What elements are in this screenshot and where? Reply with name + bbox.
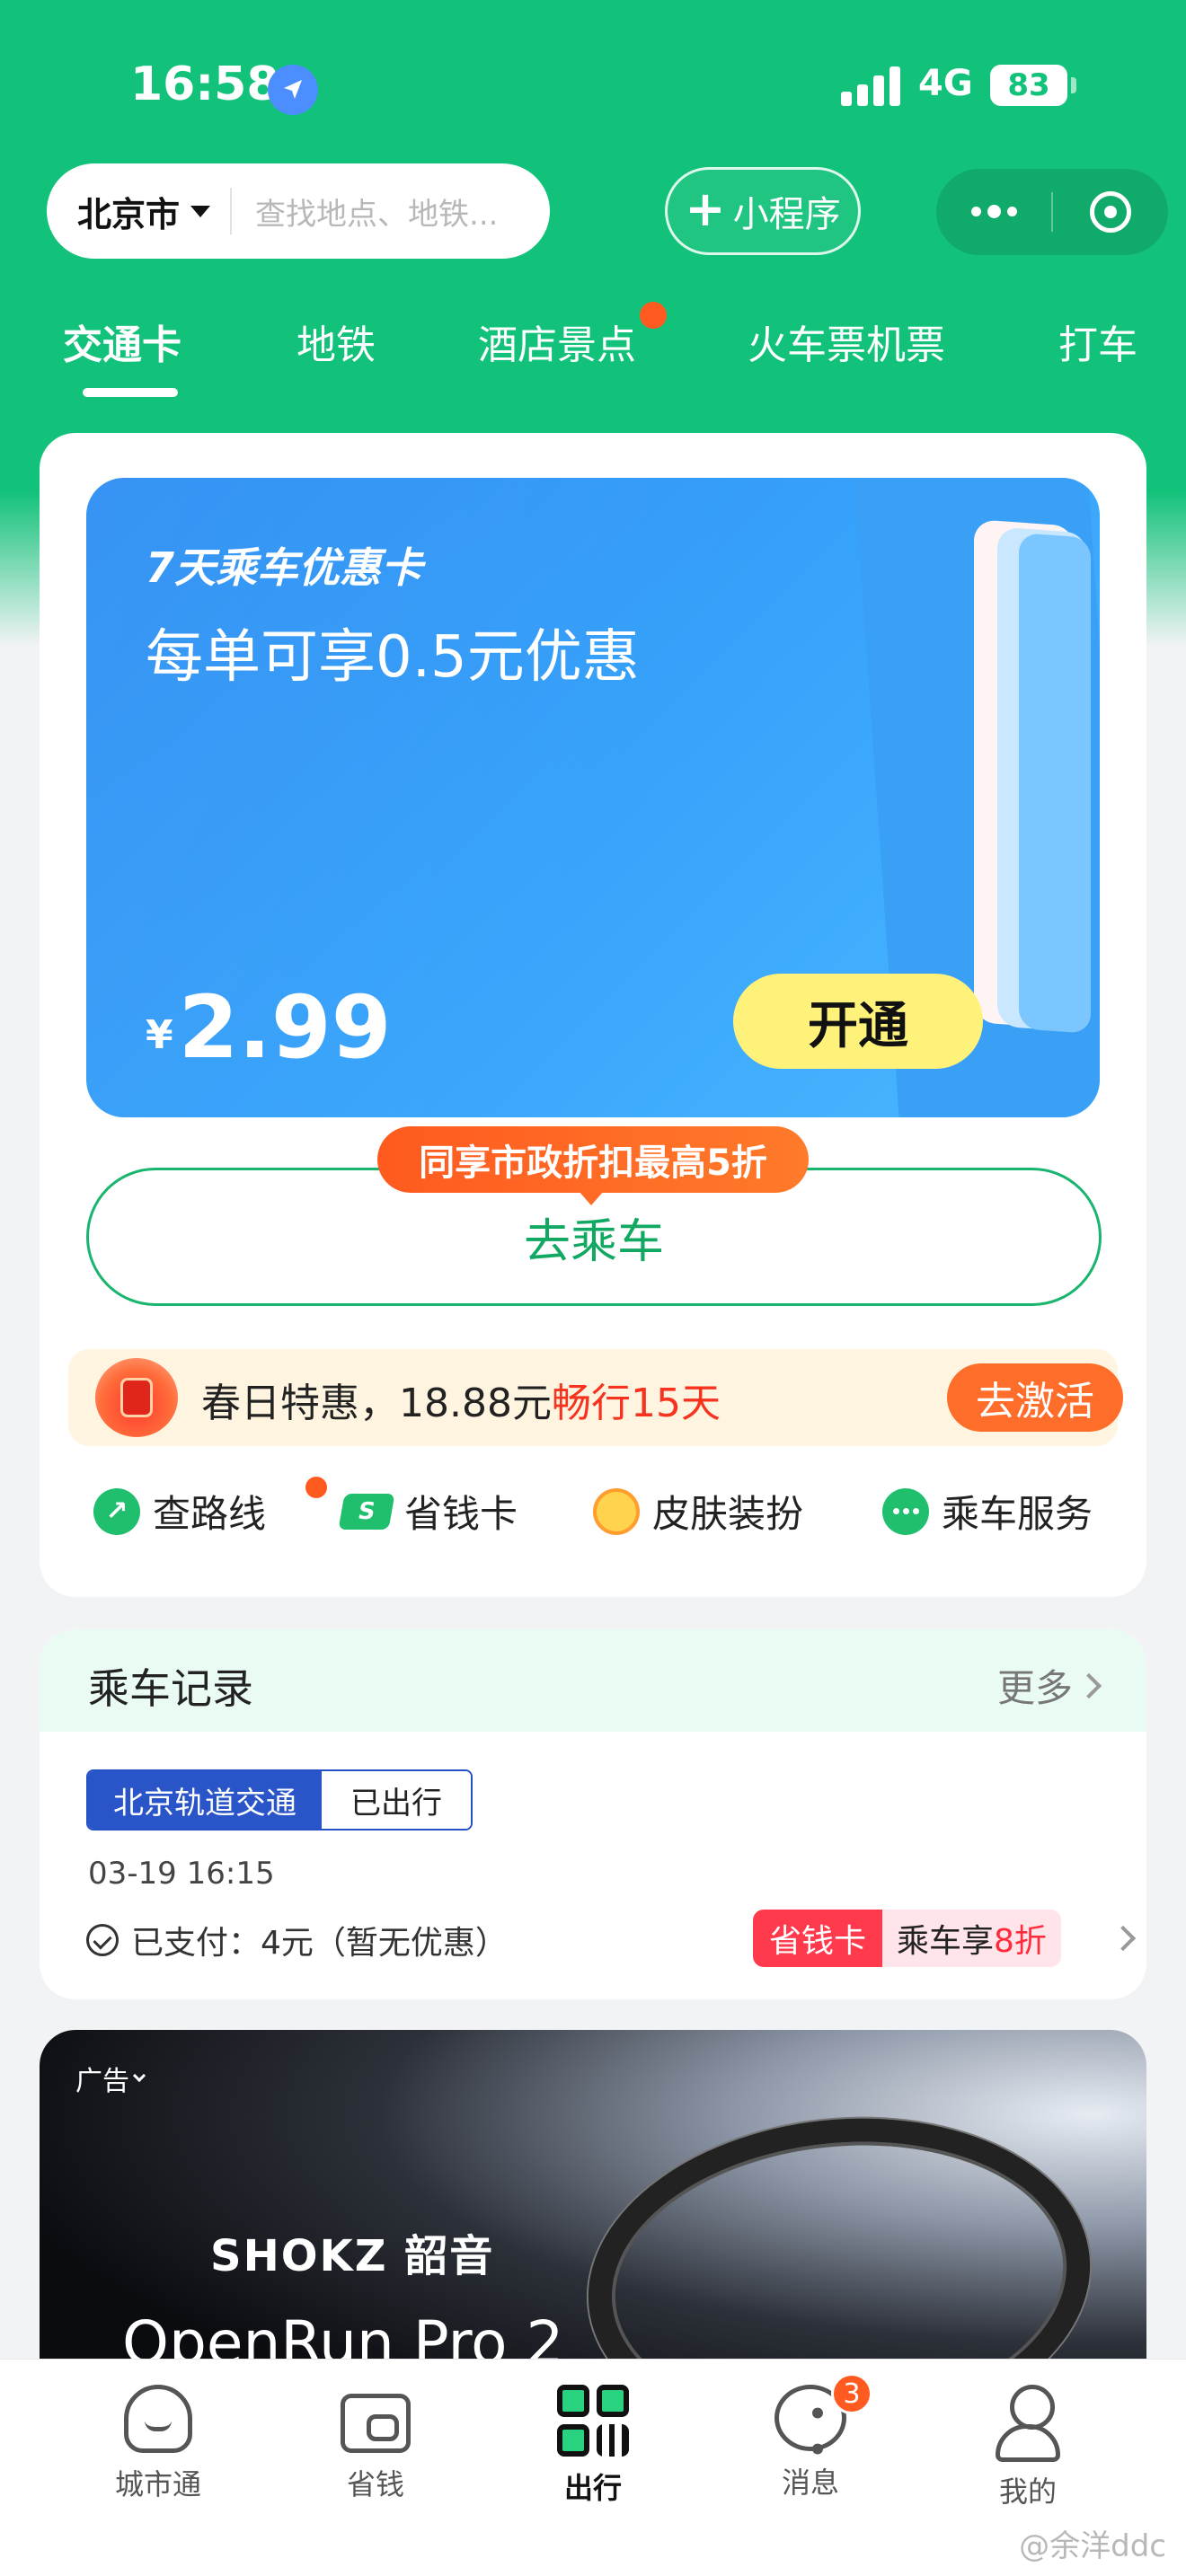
quick-link-save-card[interactable]: S 省钱卡 (338, 1484, 518, 1539)
active-tab-indicator (83, 388, 178, 397)
offer-plain: 乘车享 (897, 1923, 995, 1960)
signal-icon (841, 66, 902, 106)
nav-messages[interactable]: 3 消息 (721, 2373, 900, 2501)
spring-promo-highlight: 畅行15天 (551, 1381, 721, 1426)
status-time: 16:58 (130, 57, 279, 111)
chevron-right-icon (1075, 1672, 1102, 1698)
records-more-link[interactable]: 更多 (996, 1658, 1102, 1713)
service-icon (882, 1487, 929, 1535)
route-badge-dot (305, 1477, 327, 1498)
ad-brand-logo: SHOKZ 韶音 (210, 2231, 495, 2281)
spring-promo-bar[interactable]: 春日特惠，18.88元畅行15天 去激活 (68, 1349, 1123, 1446)
price-value: 2.99 (178, 977, 392, 1078)
network-type: 4G (918, 63, 973, 104)
battery-icon: 83 (990, 65, 1076, 106)
tab-train-flight[interactable]: 火车票机票 (748, 313, 945, 370)
message-icon: 3 (774, 2373, 872, 2468)
offer-highlight: 8折 (994, 1923, 1047, 1960)
trip-status-tag: 已出行 (322, 1771, 471, 1829)
tab-hotel-scenic[interactable]: 酒店景点 (478, 313, 636, 370)
promo-subtitle: 每单可享0.5元优惠 (146, 624, 640, 691)
payment-text: 已支付：4元（暂无优惠） (131, 1925, 508, 1962)
chevron-down-icon (132, 2069, 146, 2083)
search-input[interactable]: 查找地点、地铁... (255, 190, 525, 234)
transit-card-panel: 7天乘车优惠卡 每单可享0.5元优惠 ¥2.99 开通 去乘车 同享市政折扣最高… (40, 433, 1146, 1597)
tab-badge-dot (640, 302, 667, 329)
payment-status: 已支付：4元（暂无优惠） (86, 1917, 508, 1963)
divider (230, 188, 233, 234)
quick-link-label: 查路线 (153, 1492, 267, 1536)
ride-records-card: 乘车记录 更多 北京轨道交通 已出行 03-19 16:15 已支付：4元（暂无… (40, 1629, 1146, 1999)
search-bar[interactable]: 北京市 查找地点、地铁... (47, 163, 550, 259)
quick-link-service[interactable]: 乘车服务 (882, 1484, 1093, 1539)
profile-icon (992, 2385, 1064, 2462)
more-dots-icon[interactable] (936, 204, 1051, 218)
discount-tag: 同享市政折扣最高5折 (377, 1126, 809, 1205)
quick-link-label: 皮肤装扮 (652, 1492, 804, 1536)
transit-line-tag: 北京轨道交通 (88, 1771, 322, 1829)
ad-label-text: 广告 (75, 2066, 129, 2097)
status-bar: 16:58 4G 83 (0, 0, 1186, 162)
city-icon (124, 2385, 192, 2453)
message-badge: 3 (831, 2373, 872, 2414)
city-selector[interactable]: 北京市 (77, 187, 180, 236)
record-tags: 北京轨道交通 已出行 (86, 1769, 473, 1831)
chevron-right-icon[interactable] (1110, 1925, 1137, 1952)
nav-label: 城市通 (114, 2467, 201, 2501)
caret-down-icon (190, 205, 211, 217)
location-arrow-icon (268, 65, 318, 115)
wallet-icon (341, 2394, 411, 2453)
records-header: 乘车记录 更多 (40, 1629, 1146, 1732)
record-datetime: 03-19 16:15 (88, 1856, 275, 1892)
currency-symbol: ¥ (146, 1012, 173, 1058)
promo-price: ¥2.99 (146, 977, 391, 1078)
skin-icon (593, 1487, 640, 1535)
quick-link-label: 省钱卡 (404, 1492, 518, 1536)
tab-taxi[interactable]: 打车 (1058, 313, 1137, 370)
category-tabs: 交通卡 地铁 酒店景点 火车票机票 打车 (0, 313, 1186, 402)
ad-label[interactable]: 广告 (75, 2059, 146, 2098)
nav-city[interactable]: 城市通 (68, 2385, 248, 2503)
red-envelope-icon (95, 1358, 178, 1437)
activate-card-button[interactable]: 开通 (733, 974, 983, 1069)
nav-label: 出行 (563, 2471, 622, 2505)
route-icon: ↗ (93, 1487, 140, 1535)
spring-promo-plain: 春日特惠，18.88元 (201, 1381, 552, 1426)
quick-link-skin[interactable]: 皮肤装扮 (593, 1484, 803, 1539)
save-card-tag: 省钱卡 (753, 1910, 883, 1967)
save-card-upsell[interactable]: 省钱卡 乘车享 8折 (753, 1910, 1061, 1967)
capsule-menu (936, 169, 1168, 255)
nav-label: 我的 (998, 2475, 1057, 2509)
quick-links: ↗ 查路线 S 省钱卡 皮肤装扮 乘车服务 (40, 1477, 1146, 1570)
promo-banner[interactable]: 7天乘车优惠卡 每单可享0.5元优惠 ¥2.99 开通 (86, 478, 1100, 1117)
more-label: 更多 (996, 1666, 1073, 1710)
nav-label: 省钱 (346, 2467, 404, 2501)
mini-program-button[interactable]: + 小程序 (665, 167, 861, 255)
save-card-icon: S (338, 1493, 395, 1530)
save-card-offer: 乘车享 8折 (882, 1910, 1061, 1967)
go-activate-button[interactable]: 去激活 (947, 1363, 1123, 1432)
tab-transit-card[interactable]: 交通卡 (63, 313, 181, 370)
close-miniapp-icon[interactable] (1053, 191, 1168, 233)
top-bar: 北京市 查找地点、地铁... + 小程序 (0, 162, 1186, 260)
promo-title: 7天乘车优惠卡 (146, 543, 423, 592)
quick-link-route[interactable]: ↗ 查路线 (93, 1484, 266, 1539)
records-title: 乘车记录 (88, 1664, 253, 1713)
plus-icon: + (685, 181, 726, 237)
check-circle-icon (86, 1924, 119, 1956)
watermark: @余洋ddc (1019, 2528, 1166, 2564)
tab-subway[interactable]: 地铁 (296, 313, 376, 370)
nav-travel[interactable]: 出行 (503, 2385, 683, 2507)
nav-save[interactable]: 省钱 (286, 2385, 465, 2503)
mini-program-label: 小程序 (732, 194, 841, 235)
travel-icon (557, 2385, 629, 2457)
bottom-nav: 城市通 省钱 出行 3 消息 我的 @余洋ddc (0, 2359, 1186, 2576)
nav-profile[interactable]: 我的 (938, 2385, 1118, 2510)
quick-link-label: 乘车服务 (942, 1492, 1093, 1536)
spring-promo-text: 春日特惠，18.88元畅行15天 (201, 1371, 721, 1428)
